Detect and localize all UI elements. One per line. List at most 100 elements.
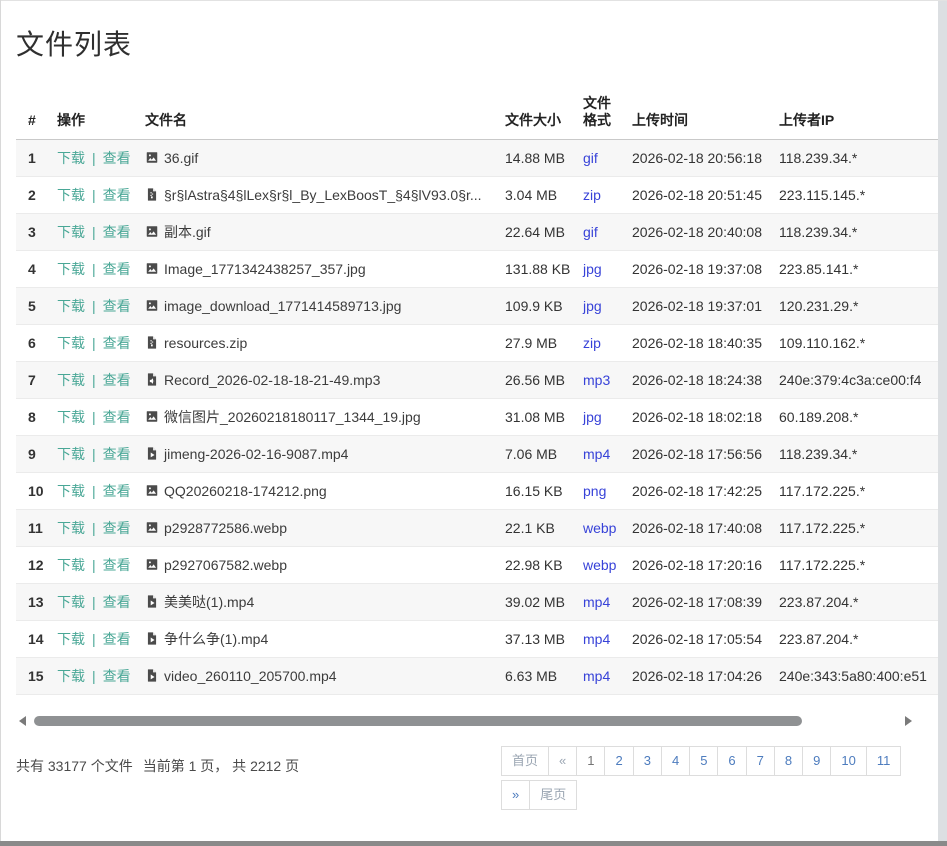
page-button-3[interactable]: 3 [633,746,662,776]
file-zip-icon [145,187,159,202]
file-name: resources.zip [164,335,247,351]
file-name-cell: Record_2026-02-18-18-21-49.mp3 [137,362,497,399]
download-link[interactable]: 下载 [57,446,85,462]
download-link[interactable]: 下载 [57,409,85,425]
row-index: 8 [16,399,49,436]
download-link[interactable]: 下载 [57,372,85,388]
format-link[interactable]: zip [583,187,601,203]
uploader-ip: 223.87.204.* [771,621,938,658]
ops-separator: | [92,520,96,536]
file-name-cell: Image_1771342438257_357.jpg [137,251,497,288]
page-button-6[interactable]: 6 [717,746,746,776]
format-link[interactable]: webp [583,557,616,573]
page-button-1: 1 [576,746,605,776]
view-link[interactable]: 查看 [103,446,131,462]
upload-time: 2026-02-18 20:40:08 [624,214,771,251]
view-link[interactable]: 查看 [103,261,131,277]
row-index: 2 [16,177,49,214]
table-header-row: # 操作 文件名 文件大小 文件格式 上传时间 上传者IP [16,89,938,140]
format-link[interactable]: zip [583,335,601,351]
format-link[interactable]: jpg [583,298,602,314]
page-button-10[interactable]: 10 [830,746,866,776]
row-index: 14 [16,621,49,658]
download-link[interactable]: 下载 [57,335,85,351]
upload-time: 2026-02-18 20:51:45 [624,177,771,214]
total-files-text: 共有 33177 个文件 [16,758,133,774]
download-link[interactable]: 下载 [57,557,85,573]
download-link[interactable]: 下载 [57,594,85,610]
file-image-icon [145,483,159,498]
page-button-11[interactable]: 11 [866,746,902,776]
upload-time: 2026-02-18 17:04:26 [624,658,771,695]
row-index: 13 [16,584,49,621]
format-link[interactable]: gif [583,150,598,166]
ops-separator: | [92,335,96,351]
format-link[interactable]: webp [583,520,616,536]
file-image-icon [145,520,159,535]
row-index: 9 [16,436,49,473]
col-header-size: 文件大小 [497,89,575,140]
format-link[interactable]: mp4 [583,594,610,610]
format-link[interactable]: jpg [583,409,602,425]
download-link[interactable]: 下载 [57,187,85,203]
page-button-7[interactable]: 7 [746,746,775,776]
view-link[interactable]: 查看 [103,483,131,499]
ops-separator: | [92,150,96,166]
download-link[interactable]: 下载 [57,631,85,647]
view-link[interactable]: 查看 [103,557,131,573]
page-button-8[interactable]: 8 [774,746,803,776]
view-link[interactable]: 查看 [103,372,131,388]
format-link[interactable]: png [583,483,606,499]
page-button-2[interactable]: 2 [604,746,633,776]
view-link[interactable]: 查看 [103,594,131,610]
view-link[interactable]: 查看 [103,520,131,536]
format-link[interactable]: gif [583,224,598,240]
file-format-cell: zip [575,177,624,214]
upload-time: 2026-02-18 17:20:16 [624,547,771,584]
table-row: 6 下载|查看 resources.zip 27.9 MB zip 2026-0… [16,325,938,362]
page-button-5[interactable]: 5 [689,746,718,776]
vertical-scrollbar[interactable] [938,1,947,841]
scroll-left-arrow-icon[interactable] [19,716,26,726]
download-link[interactable]: 下载 [57,668,85,684]
file-name: 36.gif [164,150,198,166]
download-link[interactable]: 下载 [57,520,85,536]
page-button-«: « [548,746,577,776]
table-row: 4 下载|查看 Image_1771342438257_357.jpg 131.… [16,251,938,288]
page-title: 文件列表 [16,23,938,63]
file-table-body: 1 下载|查看 36.gif 14.88 MB gif 2026-02-18 2… [16,140,938,695]
view-link[interactable]: 查看 [103,631,131,647]
row-operations: 下载 | 查看 [49,325,137,362]
row-operations: 下载|查看 [49,288,137,325]
row-operations: 下载|查看 [49,436,137,473]
format-link[interactable]: mp3 [583,372,610,388]
download-link[interactable]: 下载 [57,298,85,314]
page-button-4[interactable]: 4 [661,746,690,776]
download-link[interactable]: 下载 [57,483,85,499]
view-link[interactable]: 查看 [103,187,131,203]
file-name: §r§lAstra§4§lLex§r§l_By_LexBoosT_§4§lV93… [164,187,482,203]
file-name: Image_1771342438257_357.jpg [164,261,366,277]
view-link[interactable]: 查看 [103,409,131,425]
download-link[interactable]: 下载 [57,150,85,166]
horizontal-scrollbar-thumb[interactable] [34,716,802,726]
view-link[interactable]: 查看 [103,335,131,351]
horizontal-scrollbar[interactable] [16,714,922,728]
table-row: 10 下载|查看 QQ20260218-174212.png 16.15 KB … [16,473,938,510]
view-link[interactable]: 查看 [103,668,131,684]
download-link[interactable]: 下载 [57,224,85,240]
file-name-cell: QQ20260218-174212.png [137,473,497,510]
format-link[interactable]: mp4 [583,631,610,647]
uploader-ip: 117.172.225.* [771,473,938,510]
view-link[interactable]: 查看 [103,298,131,314]
view-link[interactable]: 查看 [103,150,131,166]
view-link[interactable]: 查看 [103,224,131,240]
format-link[interactable]: jpg [583,261,602,277]
format-link[interactable]: mp4 [583,446,610,462]
page-button-9[interactable]: 9 [802,746,831,776]
scroll-right-arrow-icon[interactable] [905,716,912,726]
row-index: 4 [16,251,49,288]
download-link[interactable]: 下载 [57,261,85,277]
format-link[interactable]: mp4 [583,668,610,684]
page-button-»[interactable]: » [501,780,530,810]
